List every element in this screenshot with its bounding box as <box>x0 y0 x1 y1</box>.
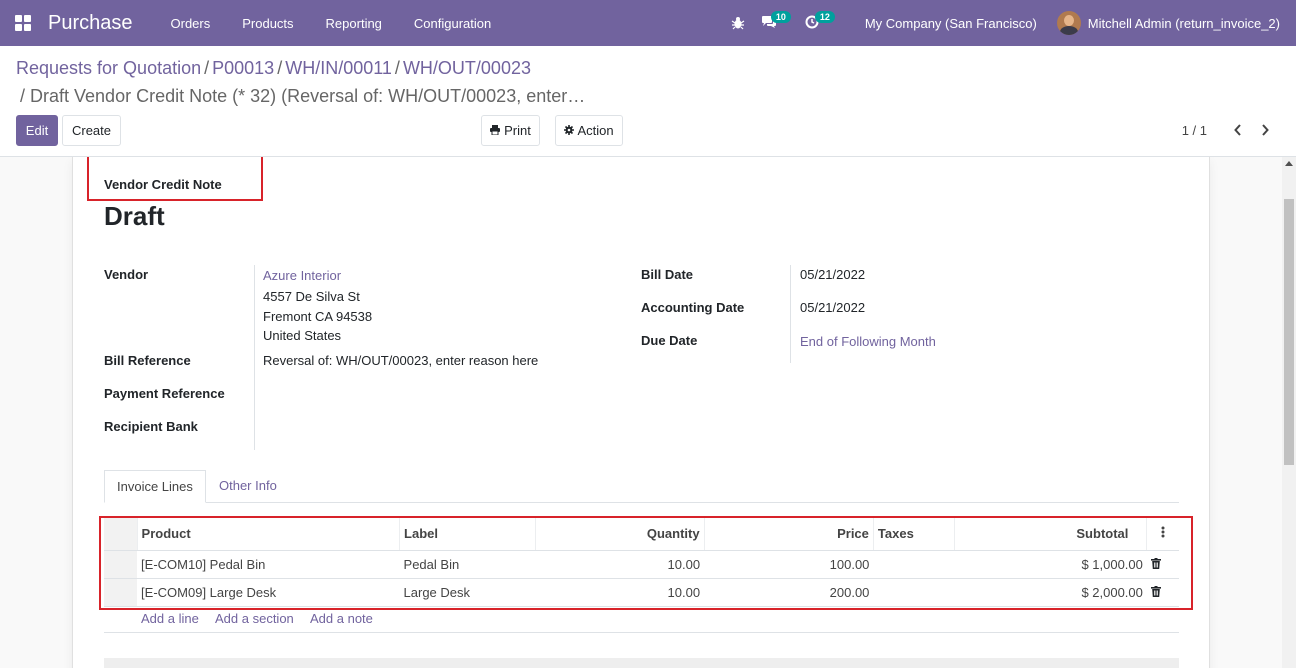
table-header-row: Product Label Quantity Price Taxes Subto… <box>104 518 1179 551</box>
cell-quantity[interactable]: 10.00 <box>535 550 705 579</box>
trash-icon <box>1150 557 1161 572</box>
tab-invoice-lines[interactable]: Invoice Lines <box>104 470 206 503</box>
scroll-up-arrow-icon[interactable] <box>1285 161 1293 166</box>
gear-icon <box>564 123 575 138</box>
user-name: Mitchell Admin (return_invoice_2) <box>1087 15 1280 31</box>
table-row[interactable]: [E-COM10] Pedal Bin Pedal Bin 10.00 100.… <box>104 550 1179 579</box>
bill-reference-label: Bill Reference <box>104 353 191 368</box>
activities-count-badge: 12 <box>814 11 835 23</box>
scrollbar-thumb[interactable] <box>1284 199 1294 465</box>
menu-orders[interactable]: Orders <box>155 0 227 46</box>
avatar <box>1056 11 1081 35</box>
payment-reference-label: Payment Reference <box>104 386 225 401</box>
invoice-lines-table: Product Label Quantity Price Taxes Subto… <box>104 518 1179 607</box>
control-panel: Requests for Quotation / P00013/WH/IN/0001… <box>0 46 1296 157</box>
print-icon <box>490 123 501 138</box>
cell-price[interactable]: 100.00 <box>704 550 874 579</box>
pager-previous-icon[interactable] <box>1230 121 1246 139</box>
breadcrumb-rfq[interactable]: Requests for Quotation <box>16 58 201 78</box>
pager-value[interactable]: 1 / 1 <box>1182 123 1207 138</box>
due-date-value[interactable]: End of Following Month <box>800 334 936 349</box>
cell-label[interactable]: Large Desk <box>399 578 536 607</box>
add-note-link[interactable]: Add a note <box>310 611 373 626</box>
print-button[interactable]: Print <box>481 115 540 146</box>
breadcrumb-current: / Draft Vendor Credit Note (* 32) (Rever… <box>20 86 586 106</box>
row-handle <box>104 550 138 579</box>
accounting-date-label: Accounting Date <box>641 300 745 315</box>
due-date-label: Due Date <box>641 333 698 348</box>
vendor-country: United States <box>263 328 342 343</box>
apps-menu-icon[interactable] <box>0 0 46 46</box>
lines-footer-divider <box>104 632 1179 633</box>
user-menu[interactable]: Mitchell Admin (return_invoice_2) <box>1056 11 1296 35</box>
action-label: Action <box>577 123 614 138</box>
col-header-price[interactable]: Price <box>703 518 874 551</box>
vendor-name-link[interactable]: Azure Interior <box>263 268 341 283</box>
breadcrumb-current-label: Draft Vendor Credit Note (* 32) (Reversa… <box>30 86 586 106</box>
breadcrumb-receipt[interactable]: WH/IN/00011 <box>285 58 392 78</box>
col-header-taxes[interactable]: Taxes <box>872 518 955 551</box>
bill-date-label: Bill Date <box>641 267 694 282</box>
add-section-link[interactable]: Add a section <box>215 611 294 626</box>
form-sheet: Vendor Credit Note Draft Vendor Azure In… <box>72 157 1210 668</box>
app-title[interactable]: Purchase <box>48 12 133 35</box>
add-line-link[interactable]: Add a line <box>141 611 199 626</box>
handle-column-header <box>104 518 138 551</box>
breadcrumb-po[interactable]: P00013 <box>212 58 274 78</box>
messages-button[interactable]: 10 <box>753 0 797 46</box>
row-handle <box>104 578 138 607</box>
optional-columns-toggle[interactable] <box>1146 518 1179 551</box>
menu-reporting[interactable]: Reporting <box>310 0 398 46</box>
document-state-title: Draft <box>104 201 165 231</box>
col-header-subtotal[interactable]: Subtotal <box>954 518 1147 551</box>
trash-icon <box>1150 585 1161 600</box>
action-button[interactable]: Action <box>555 115 623 146</box>
tab-other-info[interactable]: Other Info <box>207 470 289 503</box>
next-section-block <box>104 658 1179 668</box>
form-view: Vendor Credit Note Draft Vendor Azure In… <box>0 157 1282 668</box>
vendor-label: Vendor <box>104 267 149 282</box>
vendor-city: Fremont CA 94538 <box>263 309 373 324</box>
bill-reference-value: Reversal of: WH/OUT/00023, enter reason … <box>263 353 539 368</box>
vendor-street: 4557 De Silva St <box>263 289 360 304</box>
kebab-menu-icon <box>1161 526 1165 541</box>
cell-label[interactable]: Pedal Bin <box>399 550 536 579</box>
activities-button[interactable]: 12 <box>797 0 839 46</box>
document-type-label: Vendor Credit Note <box>104 177 222 192</box>
cell-taxes[interactable] <box>873 550 955 579</box>
col-header-quantity[interactable]: Quantity <box>535 518 705 551</box>
right-group-divider <box>790 265 791 363</box>
cell-product[interactable]: [E-COM10] Pedal Bin <box>137 550 400 579</box>
pager-next-icon[interactable] <box>1257 121 1273 139</box>
messages-count-badge: 10 <box>770 11 791 23</box>
cell-price[interactable]: 200.00 <box>704 578 874 607</box>
table-row[interactable]: [E-COM09] Large Desk Large Desk 10.00 20… <box>104 578 1179 607</box>
top-navbar: Purchase Orders Products Reporting Confi… <box>0 0 1296 46</box>
cell-quantity[interactable]: 10.00 <box>535 578 705 607</box>
accounting-date-value: 05/21/2022 <box>800 300 866 315</box>
page-scrollbar[interactable] <box>1282 157 1296 668</box>
delete-row-button[interactable] <box>1146 550 1179 579</box>
print-label: Print <box>504 123 531 138</box>
cell-subtotal: $ 2,000.00 <box>954 578 1147 607</box>
company-switcher[interactable]: My Company (San Francisco) <box>839 16 1057 31</box>
left-group-divider <box>254 265 255 450</box>
edit-button[interactable]: Edit <box>16 115 58 146</box>
recipient-bank-label: Recipient Bank <box>104 419 198 434</box>
cell-product[interactable]: [E-COM09] Large Desk <box>137 578 400 607</box>
menu-configuration[interactable]: Configuration <box>398 0 507 46</box>
breadcrumb-delivery[interactable]: WH/OUT/00023 <box>403 58 531 78</box>
breadcrumb: Requests for Quotation / P00013/WH/IN/0001… <box>16 58 531 78</box>
cell-taxes[interactable] <box>873 578 955 607</box>
menu-products[interactable]: Products <box>226 0 309 46</box>
delete-row-button[interactable] <box>1146 578 1179 607</box>
col-header-label[interactable]: Label <box>399 518 536 551</box>
debug-bug-icon[interactable] <box>723 0 753 46</box>
col-header-product[interactable]: Product <box>136 518 400 551</box>
cell-subtotal: $ 1,000.00 <box>954 550 1147 579</box>
create-button[interactable]: Create <box>62 115 121 146</box>
bill-date-value: 05/21/2022 <box>800 267 866 282</box>
